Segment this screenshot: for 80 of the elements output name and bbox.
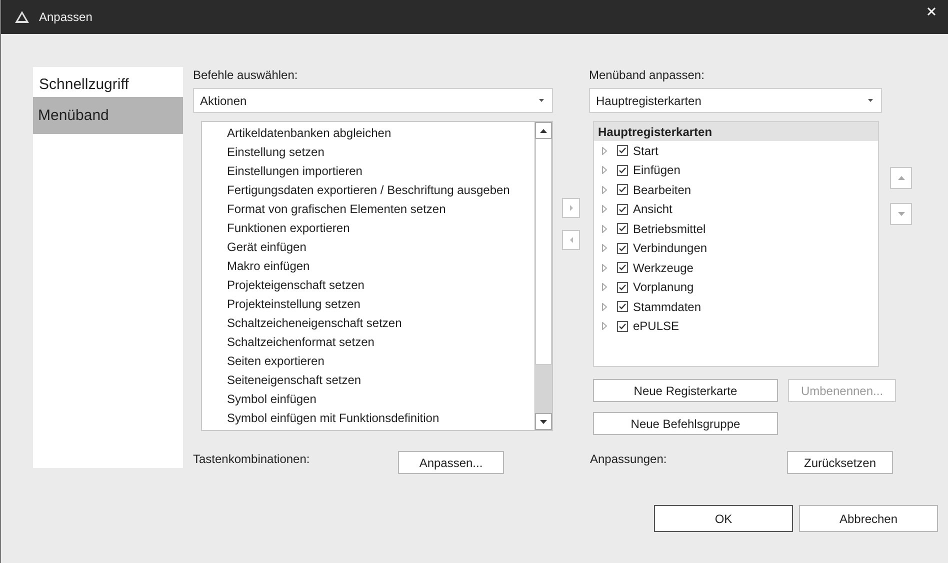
down-arrow-icon [898, 212, 904, 216]
customizations-label: Anpassungen: [590, 452, 668, 466]
reset-button[interactable]: Zurücksetzen [787, 451, 893, 474]
left-arrow-icon [570, 237, 572, 243]
close-icon[interactable] [927, 6, 936, 16]
expand-icon[interactable] [602, 264, 607, 272]
tree-item[interactable]: Einfügen [633, 163, 680, 178]
expand-icon[interactable] [602, 244, 607, 252]
list-item[interactable]: Einstellung setzen [227, 143, 534, 162]
scroll-down-button[interactable] [535, 413, 552, 430]
list-item[interactable]: Fertigungsdaten exportieren / Beschriftung ausgeben [227, 181, 534, 200]
section-label: Befehle auswählen: [193, 67, 299, 84]
expand-icon[interactable] [602, 283, 607, 292]
checkbox[interactable] [617, 320, 628, 332]
dropdown[interactable]: Hauptregisterkarten [589, 88, 882, 113]
checkbox[interactable] [617, 242, 628, 254]
tree-item[interactable]: Start [633, 144, 658, 158]
scroll-up-button[interactable] [535, 122, 552, 139]
down-arrow-icon [540, 420, 547, 424]
expand-icon[interactable] [602, 224, 607, 233]
checkbox[interactable] [617, 184, 628, 196]
checkbox[interactable] [617, 301, 628, 312]
expand-icon[interactable] [602, 166, 607, 174]
add-button[interactable] [562, 198, 580, 218]
caret-icon [539, 99, 544, 102]
list-item[interactable]: Makro einfügen [227, 257, 534, 276]
expand-icon[interactable] [602, 186, 607, 194]
expand-icon[interactable] [602, 205, 607, 214]
tree-item[interactable]: Ansicht [633, 202, 672, 216]
dropdown[interactable]: Aktionen [193, 88, 553, 113]
tree-item[interactable]: ePULSE [633, 319, 680, 334]
list-item[interactable]: Seiten exportieren [227, 352, 534, 371]
list-item[interactable]: Projekteinstellung setzen [227, 295, 534, 314]
sidebar-item[interactable]: Menüband [33, 97, 183, 134]
sidebar-item[interactable]: Schnellzugriff [33, 71, 183, 97]
up-arrow-icon [898, 176, 904, 180]
warning-triangle-icon [14, 10, 30, 24]
up-arrow-icon [540, 128, 547, 132]
checkbox[interactable] [617, 145, 628, 156]
tree-header: Hauptregisterkarten [594, 122, 878, 141]
shortcuts-label: Tastenkombinationen: [193, 452, 311, 466]
dialog-button[interactable]: Abbrechen [799, 505, 938, 532]
customize-button[interactable]: Anpassen... [398, 451, 504, 474]
list-item[interactable]: Schaltzeichenformat setzen [227, 333, 534, 352]
move-down-button[interactable] [890, 203, 912, 225]
checkbox[interactable] [617, 223, 628, 234]
checkbox[interactable] [617, 164, 628, 176]
list-item[interactable]: Symbol einfügen mit Funktionsdefinition [227, 409, 534, 428]
list-item[interactable]: Artikeldatenbanken abgleichen [227, 124, 534, 143]
list-item[interactable]: Gerät einfügen [227, 238, 534, 257]
window-title: Anpassen [39, 10, 94, 24]
expand-icon[interactable] [602, 146, 607, 155]
checkbox[interactable] [617, 282, 628, 293]
scrollbar[interactable] [534, 122, 552, 430]
list-item[interactable]: Format von grafischen Elementen setzen [227, 200, 534, 219]
expand-icon[interactable] [602, 322, 607, 330]
list-item[interactable]: Seiteneigenschaft setzen [227, 371, 534, 390]
list-item[interactable]: Projekteigenschaft setzen [227, 276, 534, 295]
tree-item[interactable]: Stammdaten [633, 300, 702, 314]
list-item[interactable]: Funktionen exportieren [227, 219, 534, 238]
action-button[interactable]: Neue Befehlsgruppe [593, 412, 778, 435]
tree-item[interactable]: Bearbeiten [633, 182, 692, 197]
list-item[interactable]: Schaltzeicheneigenschaft setzen [227, 314, 534, 333]
list-item[interactable]: Symbol einfügen [227, 390, 534, 409]
tree-item[interactable]: Verbindungen [633, 241, 708, 256]
section-label: Menüband anpassen: [589, 67, 706, 84]
tree-item[interactable]: Vorplanung [633, 280, 694, 294]
expand-icon[interactable] [602, 302, 607, 311]
action-button[interactable]: Neue Registerkarte [593, 379, 778, 402]
caret-icon [868, 99, 873, 102]
tree-item[interactable]: Werkzeuge [633, 260, 694, 275]
right-arrow-icon [570, 205, 572, 211]
remove-button[interactable] [562, 230, 580, 250]
dialog-button[interactable]: OK [654, 505, 793, 532]
scroll-thumb[interactable] [535, 139, 552, 365]
checkbox[interactable] [617, 204, 628, 215]
list-item[interactable]: Einstellungen importieren [227, 162, 534, 181]
checkbox[interactable] [617, 262, 628, 274]
move-up-button[interactable] [890, 167, 912, 189]
tree-item[interactable]: Betriebsmittel [633, 222, 706, 236]
